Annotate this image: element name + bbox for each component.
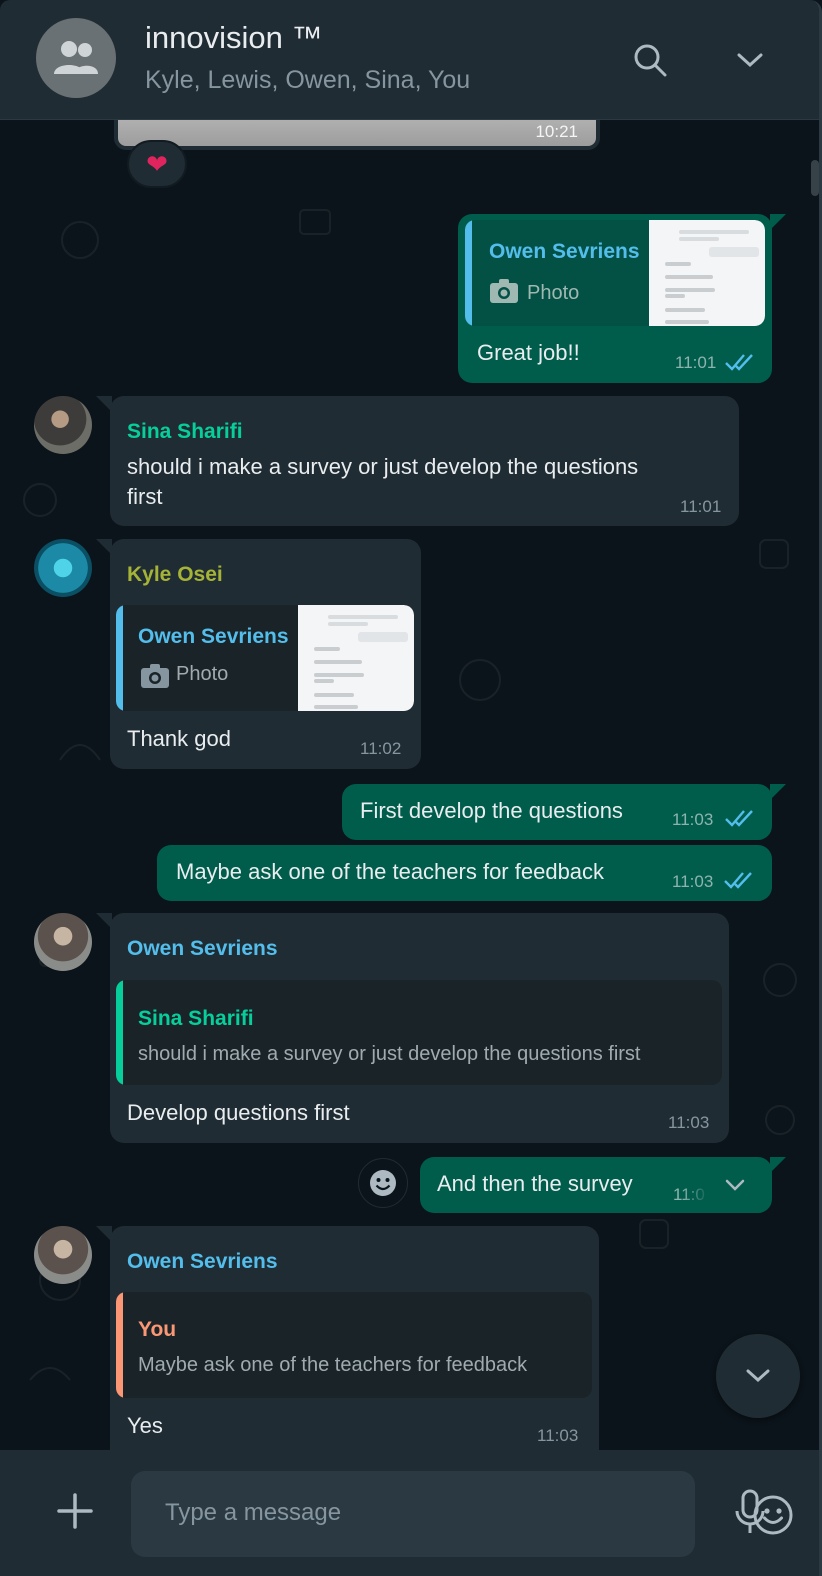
message-time: 10:21 xyxy=(535,122,578,141)
outgoing-message[interactable]: First develop the questions 11:03 xyxy=(342,784,786,840)
quoted-text: should i make a survey or just develop t… xyxy=(138,1043,641,1065)
message-text: Maybe ask one of the teachers for feedba… xyxy=(176,859,605,884)
chat-header[interactable]: innovision ™ Kyle, Lewis, Owen, Sina, Yo… xyxy=(0,0,819,120)
quoted-photo[interactable]: Owen Sevriens Photo xyxy=(116,605,414,711)
sender-name[interactable]: Sina Sharifi xyxy=(127,420,243,444)
sender-name[interactable]: Kyle Osei xyxy=(127,563,223,587)
react-emoji-button[interactable] xyxy=(358,1158,408,1208)
sender-name[interactable]: Owen Sevriens xyxy=(127,1250,278,1274)
message-text-line-1: should i make a survey or just develop t… xyxy=(127,454,639,479)
outgoing-message[interactable]: Maybe ask one of the teachers for feedba… xyxy=(157,845,772,901)
message-time: 11:03 xyxy=(668,1113,710,1132)
bubble-tail xyxy=(770,1157,786,1173)
message-text: Great job!! xyxy=(477,340,580,365)
bubble-tail xyxy=(770,214,786,230)
sender-avatar[interactable] xyxy=(34,913,92,971)
sender-name[interactable]: Owen Sevriens xyxy=(127,937,278,961)
quoted-sender: Owen Sevriens xyxy=(489,240,640,263)
camera-icon xyxy=(489,278,519,309)
message-list[interactable]: 10:21 ❤ Owen Sevriens Photo Great job!! … xyxy=(0,120,819,1450)
search-icon[interactable] xyxy=(630,40,670,80)
incoming-message[interactable]: Sina Sharifi should i make a survey or j… xyxy=(96,396,739,526)
bubble-tail xyxy=(96,539,112,555)
outgoing-message[interactable]: Owen Sevriens Photo Great job!! 11:01 xyxy=(458,214,786,383)
message-text-line-2: first xyxy=(127,484,163,509)
quoted-sender: You xyxy=(138,1318,177,1341)
message-input[interactable] xyxy=(165,1493,605,1533)
chat-participants[interactable]: Kyle, Lewis, Owen, Sina, You xyxy=(145,66,470,95)
outgoing-message[interactable]: And then the survey 11:0 xyxy=(420,1157,786,1213)
previous-message-card[interactable]: 10:21 xyxy=(114,120,600,150)
message-text: And then the survey xyxy=(437,1171,633,1196)
message-time: 11:01 xyxy=(680,497,722,516)
bubble-tail xyxy=(96,913,112,929)
double-check-icon xyxy=(724,352,756,372)
chevron-down-icon xyxy=(746,1369,770,1383)
incoming-message[interactable]: Owen Sevriens Sina Sharifi should i make… xyxy=(96,913,729,1143)
quoted-photo[interactable]: Owen Sevriens Photo xyxy=(465,220,765,326)
quote-bar xyxy=(116,980,123,1085)
composer-bar xyxy=(0,1450,819,1576)
message-menu-chevron-icon[interactable] xyxy=(682,1165,762,1205)
message-time: 11:03 xyxy=(672,810,714,829)
quoted-photo-label: Photo xyxy=(176,663,229,685)
sender-avatar[interactable] xyxy=(34,396,92,454)
heart-reaction[interactable]: ❤ xyxy=(127,140,187,188)
scrollbar[interactable] xyxy=(811,160,819,196)
message-text: First develop the questions xyxy=(360,798,623,823)
message-time: 11:03 xyxy=(537,1426,579,1445)
message-time: 11:02 xyxy=(360,739,402,758)
quote-bar xyxy=(116,1292,123,1398)
quoted-photo-label: Photo xyxy=(527,282,580,304)
quoted-message[interactable]: Sina Sharifi should i make a survey or j… xyxy=(116,980,722,1085)
message-input-box[interactable] xyxy=(131,1471,793,1557)
bubble-tail xyxy=(96,396,112,412)
double-check-icon xyxy=(723,870,755,890)
quoted-sender: Owen Sevriens xyxy=(138,625,289,648)
bubble-tail xyxy=(96,1226,112,1242)
quoted-text: Maybe ask one of the teachers for feedba… xyxy=(138,1354,528,1376)
smiley-icon xyxy=(370,1170,396,1196)
group-avatar-icon[interactable] xyxy=(36,18,116,98)
photo-thumbnail[interactable] xyxy=(649,220,765,326)
quote-bar xyxy=(465,220,472,326)
message-time: 11:03 xyxy=(672,872,714,891)
photo-thumbnail[interactable] xyxy=(298,605,414,711)
bubble-tail xyxy=(770,784,786,800)
chat-title[interactable]: innovision ™ xyxy=(145,20,322,56)
message-text: Yes xyxy=(127,1413,163,1438)
sender-avatar[interactable] xyxy=(34,539,92,597)
camera-icon xyxy=(140,663,170,694)
quoted-sender: Sina Sharifi xyxy=(138,1007,254,1030)
incoming-message[interactable]: Kyle Osei Owen Sevriens Photo Thank god … xyxy=(96,539,421,769)
sender-avatar[interactable] xyxy=(34,1226,92,1284)
whatsapp-chat-window: innovision ™ Kyle, Lewis, Owen, Sina, Yo… xyxy=(0,0,822,1576)
scroll-to-bottom-button[interactable] xyxy=(716,1334,800,1418)
message-text: Thank god xyxy=(127,726,231,751)
heart-icon: ❤ xyxy=(146,148,168,179)
quoted-message[interactable]: You Maybe ask one of the teachers for fe… xyxy=(116,1292,592,1398)
incoming-message[interactable]: Owen Sevriens You Maybe ask one of the t… xyxy=(96,1226,599,1450)
message-time: 11:01 xyxy=(675,353,717,372)
double-check-icon xyxy=(724,808,756,828)
plus-icon[interactable] xyxy=(52,1488,98,1534)
chevron-down-icon[interactable] xyxy=(730,40,770,80)
quote-bar xyxy=(116,605,123,711)
microphone-icon[interactable] xyxy=(728,1486,772,1538)
message-text: Develop questions first xyxy=(127,1100,350,1125)
